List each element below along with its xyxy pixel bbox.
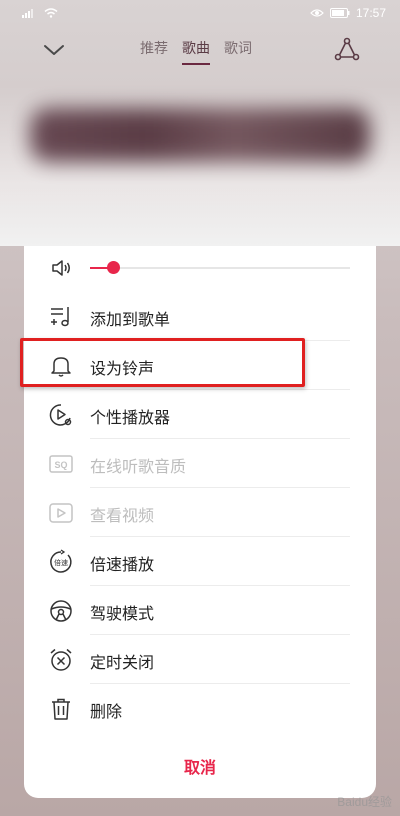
speaker-icon	[50, 256, 74, 280]
trash-icon	[48, 696, 74, 722]
eye-icon	[310, 8, 324, 18]
status-time: 17:57	[355, 6, 386, 20]
status-right: 17:57	[310, 6, 386, 20]
menu-item-label: 定时关闭	[90, 653, 155, 672]
highlight-annotation	[20, 338, 305, 387]
volume-knob[interactable]	[107, 261, 121, 274]
menu-item-add-to-playlist[interactable]: 添加到歌单	[24, 292, 376, 341]
collapse-button[interactable]	[40, 38, 68, 62]
status-bar: 17:57	[0, 0, 400, 26]
chevron-down-icon	[40, 38, 68, 62]
playback-speed-icon: 倍速	[48, 549, 74, 575]
cancel-button[interactable]: 取消	[24, 754, 376, 778]
album-art-blurred	[0, 86, 400, 246]
tab-lyrics[interactable]: 歌词	[224, 38, 252, 65]
menu-item-sleep-timer[interactable]: 定时关闭	[24, 635, 376, 684]
watermark: Baidu经验	[337, 795, 392, 809]
signal-icon	[22, 8, 38, 18]
tab-song[interactable]: 歌曲	[182, 38, 210, 65]
top-bar: 推荐 歌曲 歌词	[0, 28, 400, 72]
menu-item-delete[interactable]: 删除	[24, 684, 376, 733]
menu-item-label: 删除	[90, 702, 123, 721]
wifi-icon	[44, 8, 58, 18]
player-skin-icon	[48, 402, 74, 428]
video-icon	[48, 500, 74, 526]
menu-item-label: 倍速播放	[90, 555, 155, 574]
volume-row	[24, 246, 376, 292]
menu-item-view-video: 查看视频	[24, 488, 376, 537]
menu-item-label: 驾驶模式	[90, 604, 155, 623]
add-to-playlist-icon	[48, 304, 74, 330]
timer-alarm-icon	[48, 647, 74, 673]
menu-item-label: 在线听歌音质	[90, 457, 187, 476]
svg-text:SQ: SQ	[54, 460, 67, 470]
menu-item-driving-mode[interactable]: 驾驶模式	[24, 586, 376, 635]
status-left	[22, 8, 58, 18]
tabs: 推荐 歌曲 歌词	[140, 38, 252, 65]
share-icon	[334, 36, 360, 62]
menu-item-label: 查看视频	[90, 506, 155, 525]
more-options-sheet: 添加到歌单 设为铃声 个性播放器 SQ 在线听歌音质 查看视频 倍速 倍速播放 …	[24, 246, 376, 798]
svg-text:倍速: 倍速	[54, 558, 68, 567]
menu-item-player-skin[interactable]: 个性播放器	[24, 390, 376, 439]
battery-icon	[329, 8, 350, 18]
menu-item-playback-speed[interactable]: 倍速 倍速播放	[24, 537, 376, 586]
album-art-blur-band	[30, 108, 370, 162]
volume-slider[interactable]	[90, 261, 350, 274]
menu-item-online-quality: SQ 在线听歌音质	[24, 439, 376, 488]
steering-wheel-icon	[48, 598, 74, 624]
menu-item-label: 个性播放器	[90, 408, 171, 427]
tab-recommend[interactable]: 推荐	[140, 38, 168, 65]
share-button[interactable]	[334, 36, 360, 62]
sq-quality-icon: SQ	[48, 451, 74, 477]
menu-item-label: 添加到歌单	[90, 310, 171, 329]
